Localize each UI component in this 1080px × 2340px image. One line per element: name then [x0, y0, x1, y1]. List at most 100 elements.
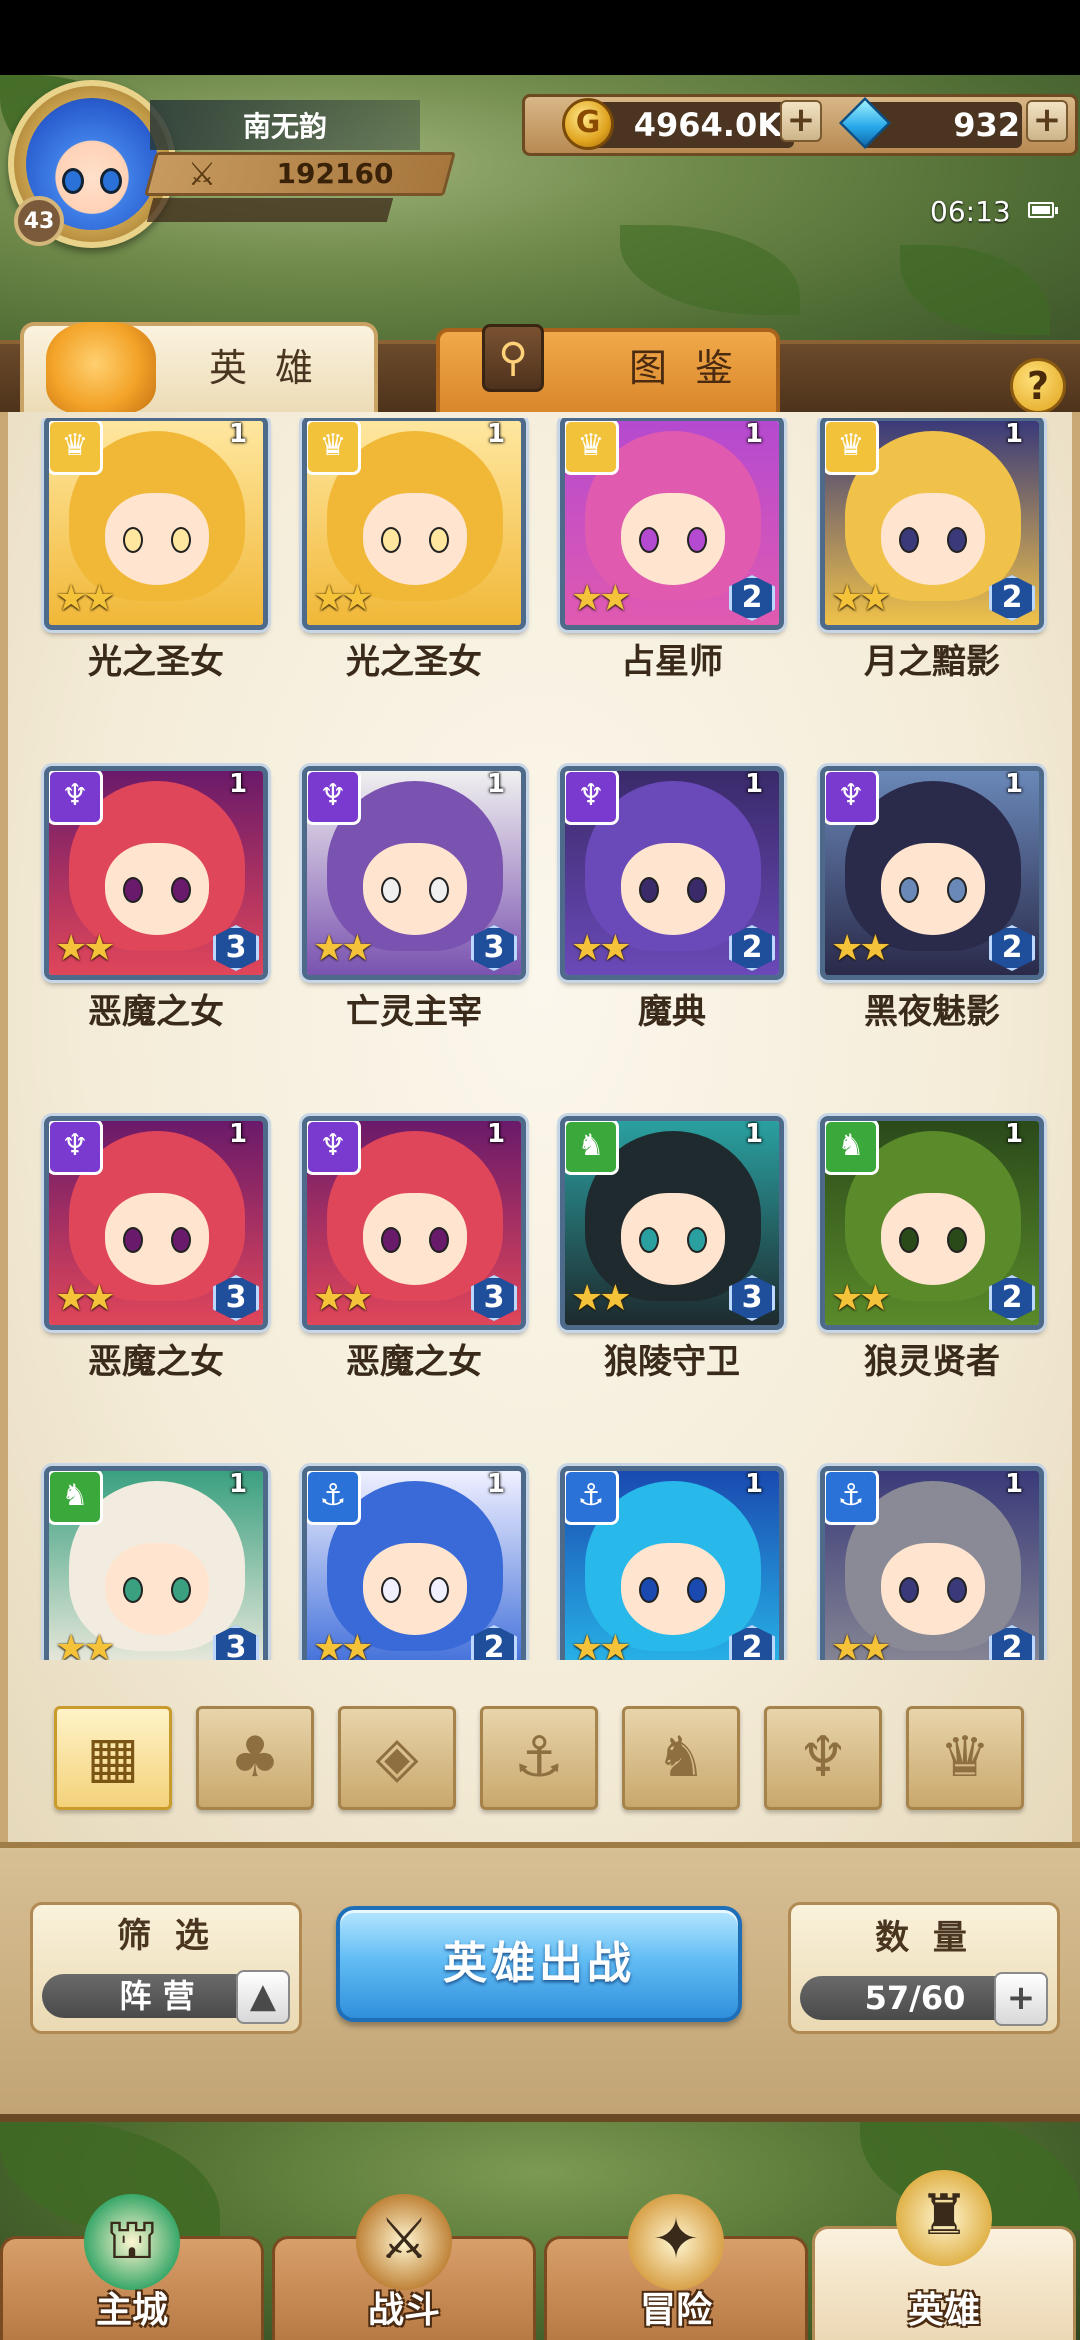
hero-card[interactable]: ♆ 1 ★★ 2 魔典	[560, 766, 784, 1032]
hero-stars: ★★	[831, 578, 892, 619]
expand-capacity-button[interactable]: +	[994, 1972, 1048, 2026]
hero-card[interactable]: ♆ 1 ★★ 3 亡灵主宰	[302, 766, 526, 1032]
helmet-icon: ♜	[896, 2170, 992, 2266]
deploy-heroes-button[interactable]: 英雄出战	[336, 1906, 742, 2022]
hero-name: 光之圣女	[346, 642, 482, 682]
hero-stars: ★★	[313, 928, 374, 969]
hero-card[interactable]: ♛ 1 ★★ 2 月之黯影	[820, 418, 1044, 682]
hero-level: 1	[486, 1119, 506, 1149]
hero-name: 占星师	[621, 642, 723, 682]
hero-card[interactable]: ♆ 1 ★★ 3 恶魔之女	[44, 766, 268, 1032]
tab-heroes-label: 英 雄	[208, 346, 322, 390]
add-gems-button[interactable]: +	[1026, 100, 1068, 142]
gold-amount: 4964.0K	[633, 106, 782, 144]
hero-stars: ★★	[571, 1278, 632, 1319]
clock-time: 06:13	[930, 195, 1011, 228]
hero-level: 1	[228, 1469, 248, 1499]
hero-stars: ★★	[55, 578, 116, 619]
hero-level: 1	[744, 1119, 764, 1149]
filter-diamond-icon[interactable]: ◈	[338, 1706, 456, 1810]
hero-card[interactable]: ♆ 1 ★★ 3 恶魔之女	[302, 1116, 526, 1382]
hero-portrait-frame: ♆ 1 ★★ 2	[560, 766, 784, 980]
hero-grid[interactable]: ♛ 1 ★★ 光之圣女 ♛ 1 ★★ 光之圣女 ♛ 1 ★★ 2 占星师 ♛ 1 ★★ 2 月之黯影 ♆ 1 ★★ 3 恶魔…	[20, 418, 1060, 1660]
hero-portrait-frame: ♆ 1 ★★ 3	[44, 1116, 268, 1330]
anchor-icon: ⚓	[307, 1471, 361, 1525]
hero-stars: ★★	[55, 928, 116, 969]
hero-stars: ★★	[313, 1628, 374, 1661]
crossed-swords-icon: ⚔	[187, 155, 217, 193]
hero-name: 光之圣女	[88, 642, 224, 682]
anchor-icon: ⚓	[565, 1471, 619, 1525]
hero-card[interactable]: ♛ 1 ★★ 2 占星师	[560, 418, 784, 682]
nav-label: 英雄	[907, 2290, 980, 2331]
hero-stars: ★★	[831, 928, 892, 969]
hero-level: 1	[486, 1469, 506, 1499]
hero-stars: ★★	[571, 928, 632, 969]
hero-portrait-frame: ♛ 1 ★★	[302, 418, 526, 630]
wolf-head-icon: ♞	[825, 1121, 879, 1175]
filter-horned-demon-icon[interactable]: ♆	[764, 1706, 882, 1810]
filter-title: 筛 选	[117, 1916, 215, 1956]
hero-card[interactable]: ♆ 1 ★★ 2 黑夜魅影	[820, 766, 1044, 1032]
hero-level: 1	[228, 769, 248, 799]
horned-demon-icon: ♆	[49, 1121, 103, 1175]
hero-level: 1	[744, 769, 764, 799]
help-button[interactable]: ?	[1010, 358, 1066, 414]
player-level-badge: 43	[14, 196, 64, 246]
hero-name: 亡灵主宰	[346, 992, 482, 1032]
hero-card[interactable]: ⚓ 1 ★★ 2	[820, 1466, 1044, 1660]
hero-name: 月之黯影	[864, 642, 1000, 682]
hero-card[interactable]: ♞ 1 ★★ 3	[44, 1466, 268, 1660]
hero-portrait-frame: ♞ 1 ★★ 3	[44, 1466, 268, 1660]
knight-helmet-icon	[46, 322, 156, 414]
hero-level: 1	[228, 1119, 248, 1149]
hero-level: 1	[744, 1469, 764, 1499]
hero-card[interactable]: ♞ 1 ★★ 2 狼灵贤者	[820, 1116, 1044, 1382]
hero-level: 1	[1004, 769, 1024, 799]
castle-icon: ⛫	[84, 2194, 180, 2290]
hero-portrait-frame: ♛ 1 ★★ 2	[820, 418, 1044, 630]
filter-crown-icon[interactable]: ♛	[906, 1706, 1024, 1810]
chevron-up-icon[interactable]: ▲	[236, 1970, 290, 2024]
hero-card[interactable]: ♞ 1 ★★ 3 狼陵守卫	[560, 1116, 784, 1382]
filter-leaf-icon[interactable]: ♣	[196, 1706, 314, 1810]
hero-level: 1	[228, 419, 248, 449]
nav-label: 冒险	[639, 2290, 712, 2331]
hero-portrait-frame: ⚓ 1 ★★ 2	[302, 1466, 526, 1660]
nav-label: 战斗	[367, 2290, 440, 2331]
filter-anchor-icon[interactable]: ⚓	[480, 1706, 598, 1810]
nav-label: 主城	[95, 2290, 168, 2331]
hero-stars: ★★	[55, 1628, 116, 1661]
wolf-head-icon: ♞	[49, 1471, 103, 1525]
hero-level: 1	[744, 419, 764, 449]
hero-card[interactable]: ♛ 1 ★★ 光之圣女	[44, 418, 268, 682]
hero-stars: ★★	[571, 578, 632, 619]
hero-card[interactable]: ⚓ 1 ★★ 2	[302, 1466, 526, 1660]
hero-portrait-frame: ♆ 1 ★★ 3	[44, 766, 268, 980]
horned-demon-icon: ♆	[565, 771, 619, 825]
filter-all-grid-icon[interactable]: ▦	[54, 1706, 172, 1810]
hero-card[interactable]: ♆ 1 ★★ 3 恶魔之女	[44, 1116, 268, 1382]
crown-icon: ♛	[49, 421, 103, 475]
filter-wolf-head-icon[interactable]: ♞	[622, 1706, 740, 1810]
hero-name: 狼陵守卫	[604, 1342, 740, 1382]
count-title: 数 量	[875, 1918, 973, 1958]
add-gold-button[interactable]: +	[780, 100, 822, 142]
hero-name: 恶魔之女	[88, 992, 224, 1032]
status-bar	[0, 0, 1080, 75]
hero-stars: ★★	[831, 1278, 892, 1319]
hero-portrait-frame: ♆ 1 ★★ 3	[302, 1116, 526, 1330]
horned-demon-icon: ♆	[825, 771, 879, 825]
hero-level: 1	[1004, 419, 1024, 449]
hero-portrait-frame: ♆ 1 ★★ 2	[820, 766, 1044, 980]
hero-level: 1	[1004, 1469, 1024, 1499]
crown-icon: ♛	[307, 421, 361, 475]
crown-icon: ♛	[565, 421, 619, 475]
hero-card[interactable]: ⚓ 1 ★★ 2	[560, 1466, 784, 1660]
horned-demon-icon: ♆	[49, 771, 103, 825]
hero-level: 1	[486, 769, 506, 799]
hero-card[interactable]: ♛ 1 ★★ 光之圣女	[302, 418, 526, 682]
hero-stars: ★★	[55, 1278, 116, 1319]
hero-name: 黑夜魅影	[864, 992, 1000, 1032]
hero-name: 恶魔之女	[88, 1342, 224, 1382]
